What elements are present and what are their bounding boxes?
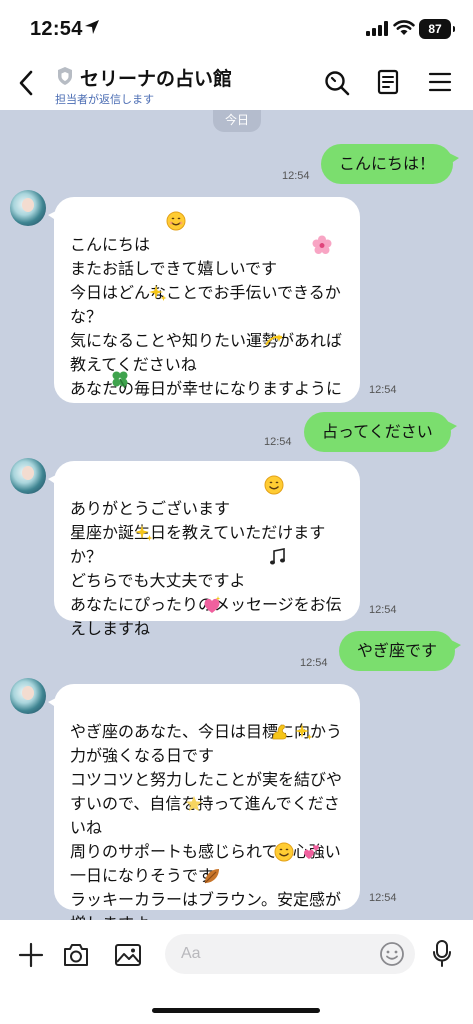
- notes-icon[interactable]: [377, 69, 399, 95]
- chat-title: セリーナの占い館: [80, 68, 233, 90]
- status-bar: 12:54 87: [0, 0, 473, 56]
- message-time: 12:54: [369, 604, 397, 616]
- message-time: 12:54: [282, 170, 310, 182]
- search-icon[interactable]: [324, 70, 350, 96]
- battery-icon: 87: [419, 19, 455, 39]
- message-time: 12:54: [369, 892, 397, 904]
- plus-icon[interactable]: [18, 942, 44, 968]
- home-indicator: [152, 1008, 320, 1013]
- message-time: 12:54: [264, 436, 292, 448]
- image-icon[interactable]: [114, 942, 142, 968]
- incoming-message-text: やぎ座のあなた、今日は目標に向かう力が強くなる日です コツコツと努力したことが実…: [70, 722, 343, 933]
- fallen-leaf-icon: [204, 869, 219, 884]
- sparkles-icon: [295, 724, 313, 740]
- status-time: 12:54: [30, 18, 83, 40]
- smile-emoji-icon: [166, 211, 186, 231]
- smile-emoji-icon: [264, 475, 284, 495]
- sparkles-icon: [149, 285, 167, 301]
- dizzy-star-icon: [265, 334, 283, 346]
- cherry-blossom-icon: [312, 235, 332, 254]
- location-arrow-icon: [85, 20, 99, 34]
- smile-emoji-icon: [274, 842, 294, 862]
- sparkling-heart-icon: [204, 596, 221, 613]
- chat-subtitle: 担当者が返信します: [55, 93, 154, 106]
- music-notes-icon: [270, 548, 285, 565]
- glowing-star-icon: [186, 796, 202, 811]
- shield-icon: [58, 67, 72, 85]
- camera-icon[interactable]: [62, 942, 90, 968]
- incoming-message[interactable]: やぎ座のあなた、今日は目標に向かう力が強くなる日です コツコツと努力したことが実…: [48, 684, 360, 933]
- two-hearts-icon: [304, 845, 319, 859]
- back-button[interactable]: [14, 68, 40, 98]
- mic-icon[interactable]: [432, 939, 452, 969]
- outgoing-message[interactable]: やぎ座です: [339, 631, 462, 671]
- incoming-message[interactable]: ありがとうございます 星座か誕生日を教えていただけますか？ どちらでも大丈夫です…: [48, 461, 360, 638]
- incoming-message[interactable]: こんにちは またお話しできて嬉しいです 今日はどんなことでお手伝いできるかな？ …: [48, 197, 360, 403]
- four-leaf-clover-icon: [112, 371, 128, 389]
- wifi-icon: [393, 20, 415, 35]
- outgoing-message[interactable]: こんにちは！: [321, 144, 460, 184]
- message-time: 12:54: [300, 657, 328, 669]
- menu-icon[interactable]: [428, 72, 452, 92]
- message-time: 12:54: [369, 384, 397, 396]
- chat-header: セリーナの占い館 担当者が返信します: [0, 56, 473, 110]
- flexed-biceps-icon: [272, 724, 287, 740]
- incoming-message-text: ありがとうございます 星座か誕生日を教えていただけますか？ どちらでも大丈夫です…: [70, 499, 342, 638]
- message-input[interactable]: [165, 934, 415, 974]
- outgoing-message[interactable]: 占ってください: [304, 412, 457, 452]
- chat-area[interactable]: 今日 12:54 こんにちは！ こんにちは またお話しできて嬉しいです 今日はど…: [0, 110, 473, 933]
- avatar[interactable]: [10, 678, 46, 714]
- sparkles-icon: [135, 525, 153, 541]
- date-separator: 今日: [213, 110, 261, 132]
- avatar[interactable]: [10, 458, 46, 494]
- signal-icon: [366, 21, 388, 36]
- avatar[interactable]: [10, 190, 46, 226]
- input-bar: [0, 920, 473, 1024]
- emoji-icon[interactable]: [379, 941, 405, 967]
